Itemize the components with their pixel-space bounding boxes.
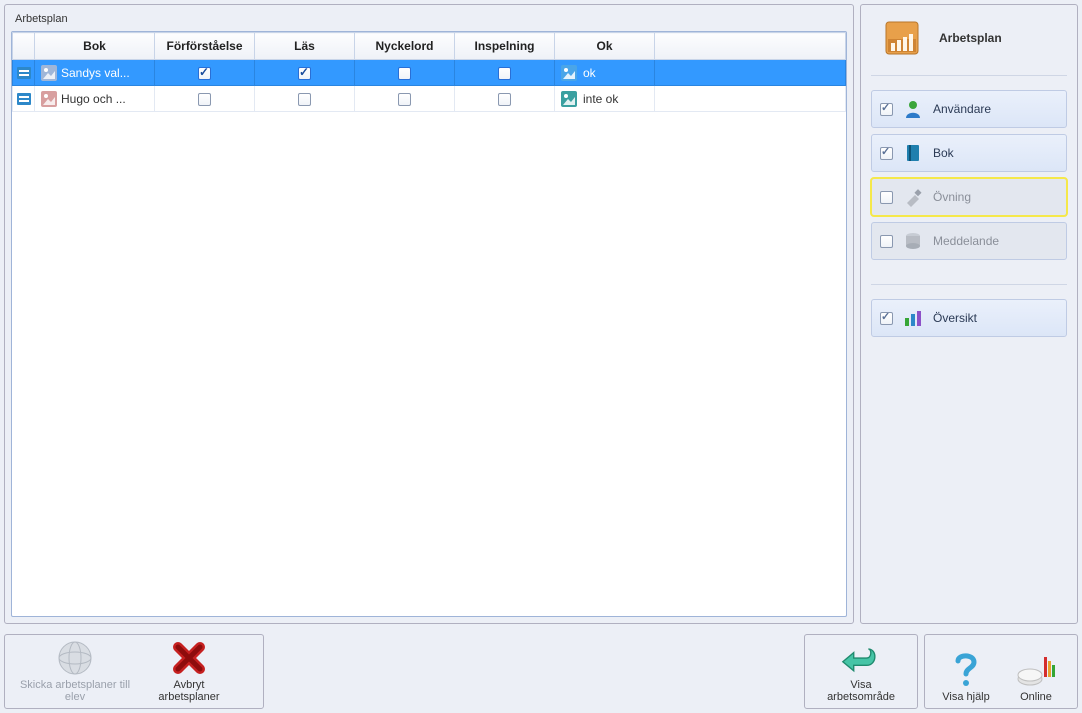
sidebar-item-label: Översikt	[933, 311, 977, 325]
col-header-las[interactable]: Läs	[255, 33, 355, 60]
help-label: Visa hjälp	[942, 691, 990, 703]
workplan-table: Bok Förförståelse Läs Nyckelord Inspelni…	[11, 31, 847, 617]
sidebar-item-bok[interactable]: Bok	[871, 134, 1067, 172]
ok-cell: inte ok	[555, 86, 655, 112]
back-arrow-icon	[841, 641, 881, 677]
sidebar-item-oversikt[interactable]: Översikt	[871, 299, 1067, 337]
sidebar-item-label: Bok	[933, 146, 954, 160]
sidebar-divider	[871, 284, 1067, 285]
checkbox-cell-c2[interactable]	[155, 60, 255, 86]
cancel-label: Avbryt arbetsplaner	[143, 679, 235, 703]
col-header-inspelning[interactable]: Inspelning	[455, 33, 555, 60]
sidebar-icon	[903, 143, 923, 163]
book-thumb-icon	[41, 65, 57, 81]
book-cell: Sandys val...	[35, 60, 155, 86]
online-label: Online	[1020, 691, 1052, 703]
checkbox[interactable]	[498, 93, 511, 106]
row-icon-cell	[13, 60, 35, 86]
table-row[interactable]: Sandys val... ok	[13, 60, 846, 86]
sidebar-icon	[903, 99, 923, 119]
workspace-label: Visa arbetsområde	[815, 679, 907, 703]
checkbox[interactable]	[298, 67, 311, 80]
sidebar-icon	[903, 187, 923, 207]
cancel-icon	[169, 639, 209, 677]
checkbox-cell-c4[interactable]	[355, 60, 455, 86]
sidebar-checkbox-oversikt[interactable]	[880, 312, 893, 325]
plan-icon	[16, 65, 32, 81]
plan-icon	[16, 91, 32, 107]
sidebar-icon	[903, 231, 923, 251]
sidebar-checkbox[interactable]	[880, 235, 893, 248]
book-cell: Hugo och ...	[35, 86, 155, 112]
sidebar-checkbox[interactable]	[880, 103, 893, 116]
checkbox[interactable]	[398, 93, 411, 106]
checkbox[interactable]	[298, 93, 311, 106]
sidebar-item-label: Övning	[933, 190, 971, 204]
online-button[interactable]: Online	[1001, 637, 1071, 707]
ok-text: ok	[583, 66, 596, 80]
online-icon	[1016, 651, 1056, 689]
checkbox[interactable]	[398, 67, 411, 80]
col-header-bok[interactable]: Bok	[35, 33, 155, 60]
sidebar-item-användare[interactable]: Användare	[871, 90, 1067, 128]
col-header-forforstaelse[interactable]: Förförståelse	[155, 33, 255, 60]
table-header-row: Bok Förförståelse Läs Nyckelord Inspelni…	[13, 33, 846, 60]
col-header-rowicon[interactable]	[13, 33, 35, 60]
status-icon	[561, 65, 577, 81]
send-button[interactable]: Skicka arbetsplaner till elev	[11, 637, 139, 707]
col-header-ok[interactable]: Ok	[555, 33, 655, 60]
help-button[interactable]: Visa hjälp	[931, 637, 1001, 707]
sidebar-checkbox[interactable]	[880, 191, 893, 204]
checkbox[interactable]	[198, 67, 211, 80]
checkbox-cell-c2[interactable]	[155, 86, 255, 112]
row-icon-cell	[13, 86, 35, 112]
help-icon	[946, 651, 986, 689]
sidebar-item-label: Meddelande	[933, 234, 999, 248]
sidebar-item-meddelande[interactable]: Meddelande	[871, 222, 1067, 260]
overview-icon	[903, 308, 923, 328]
cancel-button[interactable]: Avbryt arbetsplaner	[139, 637, 239, 707]
checkbox[interactable]	[498, 67, 511, 80]
checkbox-cell-c3[interactable]	[255, 60, 355, 86]
sidebar-item-övning[interactable]: Övning	[871, 178, 1067, 216]
main-panel: Arbetsplan Bok Förförståelse Läs Nyckelo…	[4, 4, 854, 624]
globe-icon	[55, 639, 95, 677]
status-icon	[561, 91, 577, 107]
ok-cell: ok	[555, 60, 655, 86]
arbetsplan-icon	[885, 21, 919, 55]
ok-text: inte ok	[583, 92, 618, 106]
checkbox-cell-c4[interactable]	[355, 86, 455, 112]
book-title: Hugo och ...	[61, 92, 126, 106]
sidebar-item-label: Användare	[933, 102, 991, 116]
sidebar-title: Arbetsplan	[939, 31, 1002, 45]
col-header-nyckelord[interactable]: Nyckelord	[355, 33, 455, 60]
send-label: Skicka arbetsplaner till elev	[15, 679, 135, 703]
checkbox-cell-c5[interactable]	[455, 60, 555, 86]
book-title: Sandys val...	[61, 66, 130, 80]
checkbox[interactable]	[198, 93, 211, 106]
checkbox-cell-c3[interactable]	[255, 86, 355, 112]
workspace-button[interactable]: Visa arbetsområde	[811, 637, 911, 707]
table-row[interactable]: Hugo och ... inte ok	[13, 86, 846, 112]
panel-title: Arbetsplan	[11, 11, 847, 31]
checkbox-cell-c5[interactable]	[455, 86, 555, 112]
book-thumb-icon	[41, 91, 57, 107]
sidebar: Arbetsplan AnvändareBokÖvningMeddelande …	[860, 4, 1078, 624]
sidebar-checkbox[interactable]	[880, 147, 893, 160]
